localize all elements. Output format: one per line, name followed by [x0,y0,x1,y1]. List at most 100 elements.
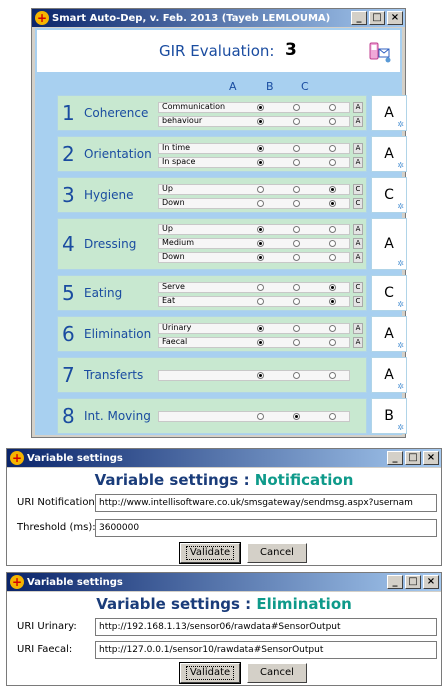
radio-a[interactable] [257,186,264,193]
radio-a[interactable] [257,325,264,332]
sub-result-letter: A [353,323,363,334]
radio-b[interactable] [293,284,300,291]
radio-b[interactable] [293,226,300,233]
radio-b[interactable] [293,372,300,379]
settings-gear-icon[interactable]: ✲ [397,423,404,432]
notification-dialog-heading: Variable settings : Notification [7,471,441,489]
main-titlebar[interactable]: + Smart Auto-Dep, v. Feb. 2013 (Tayeb LE… [32,9,405,27]
criterion-card: 3 Hygiene Up C Down C [57,177,367,213]
criterion-result: A [384,326,394,342]
cancel-button[interactable]: Cancel [247,543,307,563]
radio-c[interactable] [329,298,336,305]
close-button[interactable]: × [387,11,403,25]
maximize-button[interactable]: □ [405,451,421,465]
criterion-result: C [384,187,394,203]
sub-criterion-label: In space [162,157,196,166]
radio-b[interactable] [293,186,300,193]
radio-c[interactable] [329,413,336,420]
sub-criterion-row: Medium A [158,238,363,249]
criterion-name: Elimination [84,327,152,341]
maximize-button[interactable]: □ [369,11,385,25]
sub-criterion-label: Medium [162,238,194,247]
radio-b[interactable] [293,118,300,125]
threshold-input[interactable]: 3600000 [95,519,437,537]
maximize-button[interactable]: □ [405,575,421,589]
radio-c[interactable] [329,159,336,166]
settings-gear-icon[interactable]: ✲ [397,300,404,309]
radio-a[interactable] [257,298,264,305]
uri-faecal-input[interactable]: http://127.0.0.1/sensor10/rawdata#Sensor… [95,641,437,659]
radio-c[interactable] [329,254,336,261]
radio-c[interactable] [329,118,336,125]
elimination-dialog-heading: Variable settings : Elimination [7,595,441,613]
radio-a[interactable] [257,159,264,166]
radio-b[interactable] [293,413,300,420]
app-logo-icon: + [10,575,24,589]
minimize-button[interactable]: _ [351,11,367,25]
criterion-result: B [384,408,394,424]
cancel-button[interactable]: Cancel [247,663,307,683]
criterion-result-box: A ✲ [371,316,407,352]
close-button[interactable]: × [423,451,439,465]
criterion-result-box: A ✲ [371,95,407,131]
sub-result-letter: C [353,184,363,195]
criterion-number: 6 [62,322,75,346]
radio-c[interactable] [329,284,336,291]
radio-c[interactable] [329,104,336,111]
criterion-result-box: C ✲ [371,275,407,311]
column-a-header: A [229,80,237,93]
settings-gear-icon[interactable]: ✲ [397,120,404,129]
criterion-result-box: A ✲ [371,218,407,270]
radio-a[interactable] [257,226,264,233]
validate-button[interactable]: Validate [179,662,241,684]
threshold-label: Threshold (ms): [17,522,96,533]
sub-criterion-row: In space A [158,157,363,168]
radio-b[interactable] [293,254,300,261]
sub-result-letter: A [353,252,363,263]
settings-gear-icon[interactable]: ✲ [397,341,404,350]
minimize-button[interactable]: _ [387,575,403,589]
radio-b[interactable] [293,339,300,346]
radio-b[interactable] [293,104,300,111]
radio-c[interactable] [329,372,336,379]
radio-a[interactable] [257,118,264,125]
settings-gear-icon[interactable]: ✲ [397,259,404,268]
phone-notification-icon[interactable] [368,40,392,64]
main-client-area: GIR Evaluation: 3 A B C 1 Coherence Commun… [35,28,407,435]
minimize-button[interactable]: _ [387,451,403,465]
criterion-result: C [384,285,394,301]
criterion-result-box: A ✲ [371,357,407,393]
radio-c[interactable] [329,186,336,193]
radio-a[interactable] [257,372,264,379]
radio-a[interactable] [257,240,264,247]
settings-gear-icon[interactable]: ✲ [397,202,404,211]
elimination-dialog-titlebar[interactable]: + Variable settings _ □ × [7,573,441,591]
radio-a[interactable] [257,200,264,207]
close-button[interactable]: × [423,575,439,589]
notification-dialog-titlebar[interactable]: + Variable settings _ □ × [7,449,441,467]
radio-b[interactable] [293,325,300,332]
radio-a[interactable] [257,339,264,346]
radio-a[interactable] [257,254,264,261]
uri-notification-input[interactable]: http://www.intellisoftware.co.uk/smsgate… [95,494,437,512]
radio-a[interactable] [257,145,264,152]
radio-b[interactable] [293,159,300,166]
sub-criterion-label: Faecal [162,337,188,346]
uri-urinary-input[interactable]: http://192.168.1.13/sensor06/rawdata#Sen… [95,618,437,636]
radio-c[interactable] [329,325,336,332]
radio-b[interactable] [293,145,300,152]
radio-c[interactable] [329,200,336,207]
radio-a[interactable] [257,413,264,420]
radio-a[interactable] [257,104,264,111]
radio-c[interactable] [329,226,336,233]
radio-b[interactable] [293,200,300,207]
validate-button[interactable]: Validate [179,542,241,564]
radio-a[interactable] [257,284,264,291]
radio-c[interactable] [329,145,336,152]
radio-c[interactable] [329,339,336,346]
radio-b[interactable] [293,298,300,305]
radio-c[interactable] [329,240,336,247]
settings-gear-icon[interactable]: ✲ [397,382,404,391]
settings-gear-icon[interactable]: ✲ [397,161,404,170]
radio-b[interactable] [293,240,300,247]
